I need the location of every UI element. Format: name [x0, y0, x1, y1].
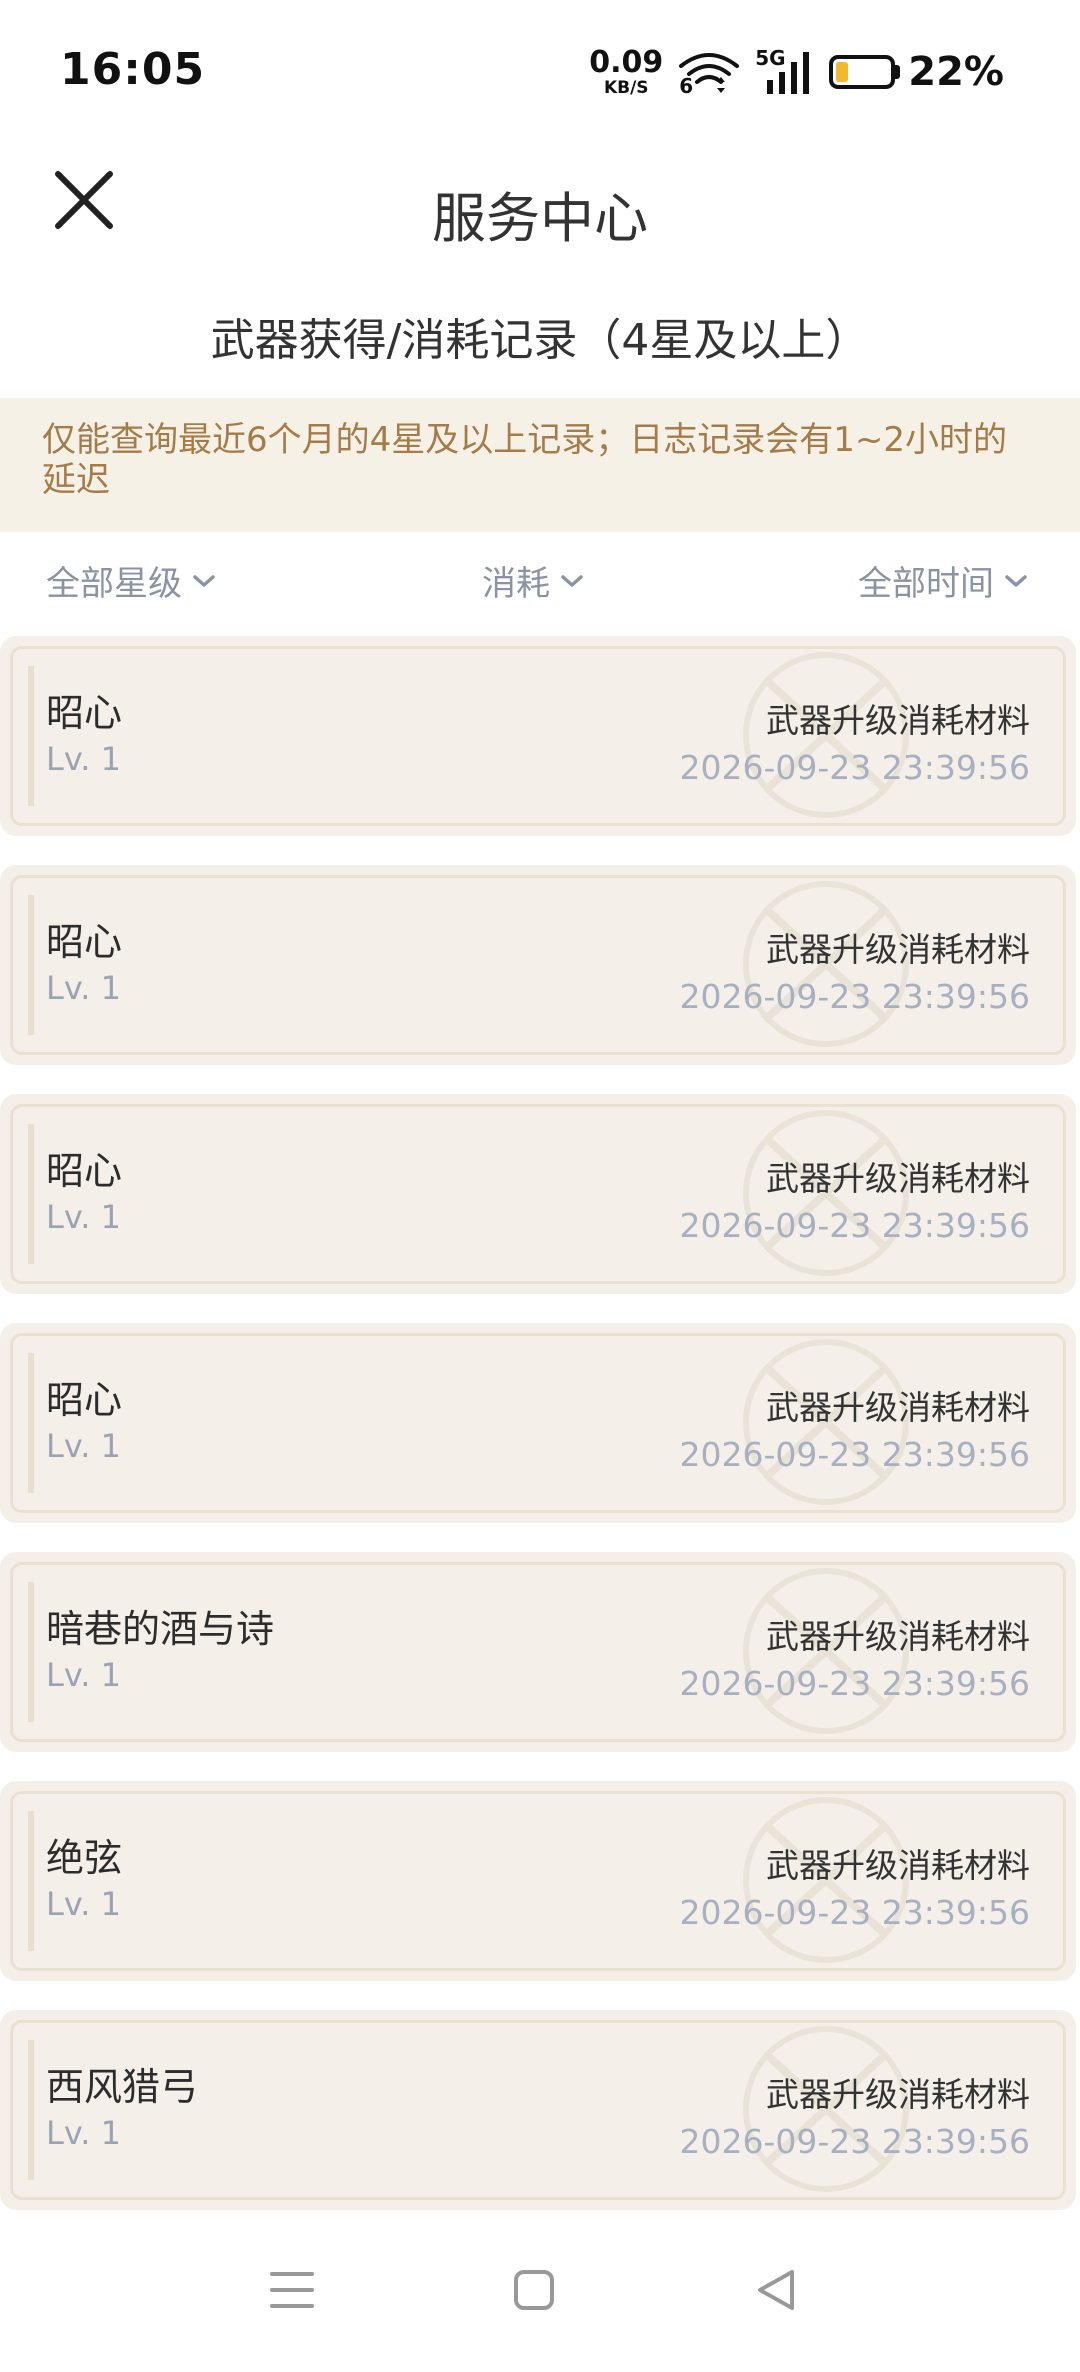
record-time: 2026-09-23 23:39:56	[679, 977, 1030, 1016]
weapon-level: Lv. 1	[46, 1198, 121, 1236]
battery-icon: 22%	[829, 49, 1004, 95]
weapon-level: Lv. 1	[46, 1885, 121, 1923]
record-card[interactable]: 西风猎弓 Lv. 1 武器升级消耗材料 2026-09-23 23:39:56	[0, 2010, 1076, 2210]
record-action: 武器升级消耗材料	[766, 2075, 1030, 2114]
record-card[interactable]: 暗巷的酒与诗 Lv. 1 武器升级消耗材料 2026-09-23 23:39:5…	[0, 1552, 1076, 1752]
section-title: 武器获得/消耗记录（4星及以上）	[210, 315, 870, 366]
battery-percent: 22%	[908, 49, 1004, 95]
record-action: 武器升级消耗材料	[766, 930, 1030, 969]
battery-fill	[836, 62, 848, 82]
net-speed-unit: KB/S	[603, 77, 649, 98]
chevron-down-icon	[561, 574, 583, 587]
record-time: 2026-09-23 23:39:56	[679, 1206, 1030, 1245]
weapon-name: 昭心	[46, 1149, 123, 1193]
filter-time-label: 全部时间	[858, 564, 994, 604]
filter-type-label: 消耗	[482, 564, 550, 604]
weapon-level: Lv. 1	[46, 969, 121, 1007]
record-card[interactable]: 昭心 Lv. 1 武器升级消耗材料 2026-09-23 23:39:56	[0, 636, 1076, 836]
record-card[interactable]: 昭心 Lv. 1 武器升级消耗材料 2026-09-23 23:39:56	[0, 865, 1076, 1065]
record-card[interactable]: 昭心 Lv. 1 武器升级消耗材料 2026-09-23 23:39:56	[0, 1323, 1076, 1523]
filter-bar: 全部星级 消耗 全部时间	[0, 548, 1080, 612]
record-time: 2026-09-23 23:39:56	[679, 1664, 1030, 1703]
weapon-name: 昭心	[46, 691, 123, 735]
chevron-down-icon	[193, 574, 215, 587]
weapon-level: Lv. 1	[46, 740, 121, 778]
weapon-level: Lv. 1	[46, 2114, 121, 2152]
net-speed: 0.09 KB/S	[589, 44, 664, 98]
back-button[interactable]	[746, 2260, 806, 2320]
record-action: 武器升级消耗材料	[766, 1388, 1030, 1427]
status-time: 16:05	[60, 44, 206, 95]
card-accent-bar	[28, 1811, 34, 1951]
wifi-badge: 6	[679, 74, 694, 98]
card-accent-bar	[28, 666, 34, 806]
wifi-icon: 6	[677, 48, 741, 98]
card-accent-bar	[28, 895, 34, 1035]
battery-body	[829, 55, 896, 89]
filter-star-dropdown[interactable]: 全部星级	[46, 556, 216, 605]
home-square-icon	[514, 2270, 554, 2310]
weapon-name: 西风猎弓	[46, 2065, 199, 2109]
record-time: 2026-09-23 23:39:56	[679, 1435, 1030, 1474]
record-time: 2026-09-23 23:39:56	[679, 1893, 1030, 1932]
status-bar: 16:05 0.09 KB/S 6 5G 22%	[0, 0, 1080, 140]
recent-apps-button[interactable]	[262, 2260, 322, 2320]
menu-icon	[270, 2272, 314, 2308]
card-accent-bar	[28, 1353, 34, 1493]
chevron-down-icon	[1005, 574, 1027, 587]
battery-cap	[895, 65, 901, 79]
weapon-name: 昭心	[46, 1378, 123, 1422]
record-action: 武器升级消耗材料	[766, 1846, 1030, 1885]
notice-banner: 仅能查询最近6个月的4星及以上记录；日志记录会有1~2小时的延迟	[0, 398, 1080, 532]
page-title: 服务中心	[432, 187, 648, 250]
record-card[interactable]: 昭心 Lv. 1 武器升级消耗材料 2026-09-23 23:39:56	[0, 1094, 1076, 1294]
back-triangle-icon	[758, 2270, 794, 2310]
record-time: 2026-09-23 23:39:56	[679, 748, 1030, 787]
net-speed-value: 0.09	[589, 44, 664, 80]
record-action: 武器升级消耗材料	[766, 1617, 1030, 1656]
card-accent-bar	[28, 1124, 34, 1264]
record-time: 2026-09-23 23:39:56	[679, 2122, 1030, 2161]
home-button[interactable]	[504, 2260, 564, 2320]
signal-icon: 5G	[755, 46, 815, 96]
filter-type-dropdown[interactable]: 消耗	[482, 556, 584, 605]
app-header: 服务中心	[0, 140, 1080, 270]
weapon-level: Lv. 1	[46, 1656, 121, 1694]
record-action: 武器升级消耗材料	[766, 701, 1030, 740]
weapon-name: 昭心	[46, 920, 123, 964]
weapon-name: 绝弦	[46, 1836, 123, 1880]
filter-time-dropdown[interactable]: 全部时间	[858, 556, 1028, 605]
record-action: 武器升级消耗材料	[766, 1159, 1030, 1198]
system-nav-bar	[0, 2220, 1080, 2372]
record-card[interactable]: 绝弦 Lv. 1 武器升级消耗材料 2026-09-23 23:39:56	[0, 1781, 1076, 1981]
filter-star-label: 全部星级	[46, 564, 182, 604]
weapon-name: 暗巷的酒与诗	[46, 1607, 275, 1651]
card-accent-bar	[28, 2040, 34, 2180]
card-accent-bar	[28, 1582, 34, 1722]
weapon-level: Lv. 1	[46, 1427, 121, 1465]
status-icons: 0.09 KB/S 6 5G 22%	[589, 42, 1004, 102]
